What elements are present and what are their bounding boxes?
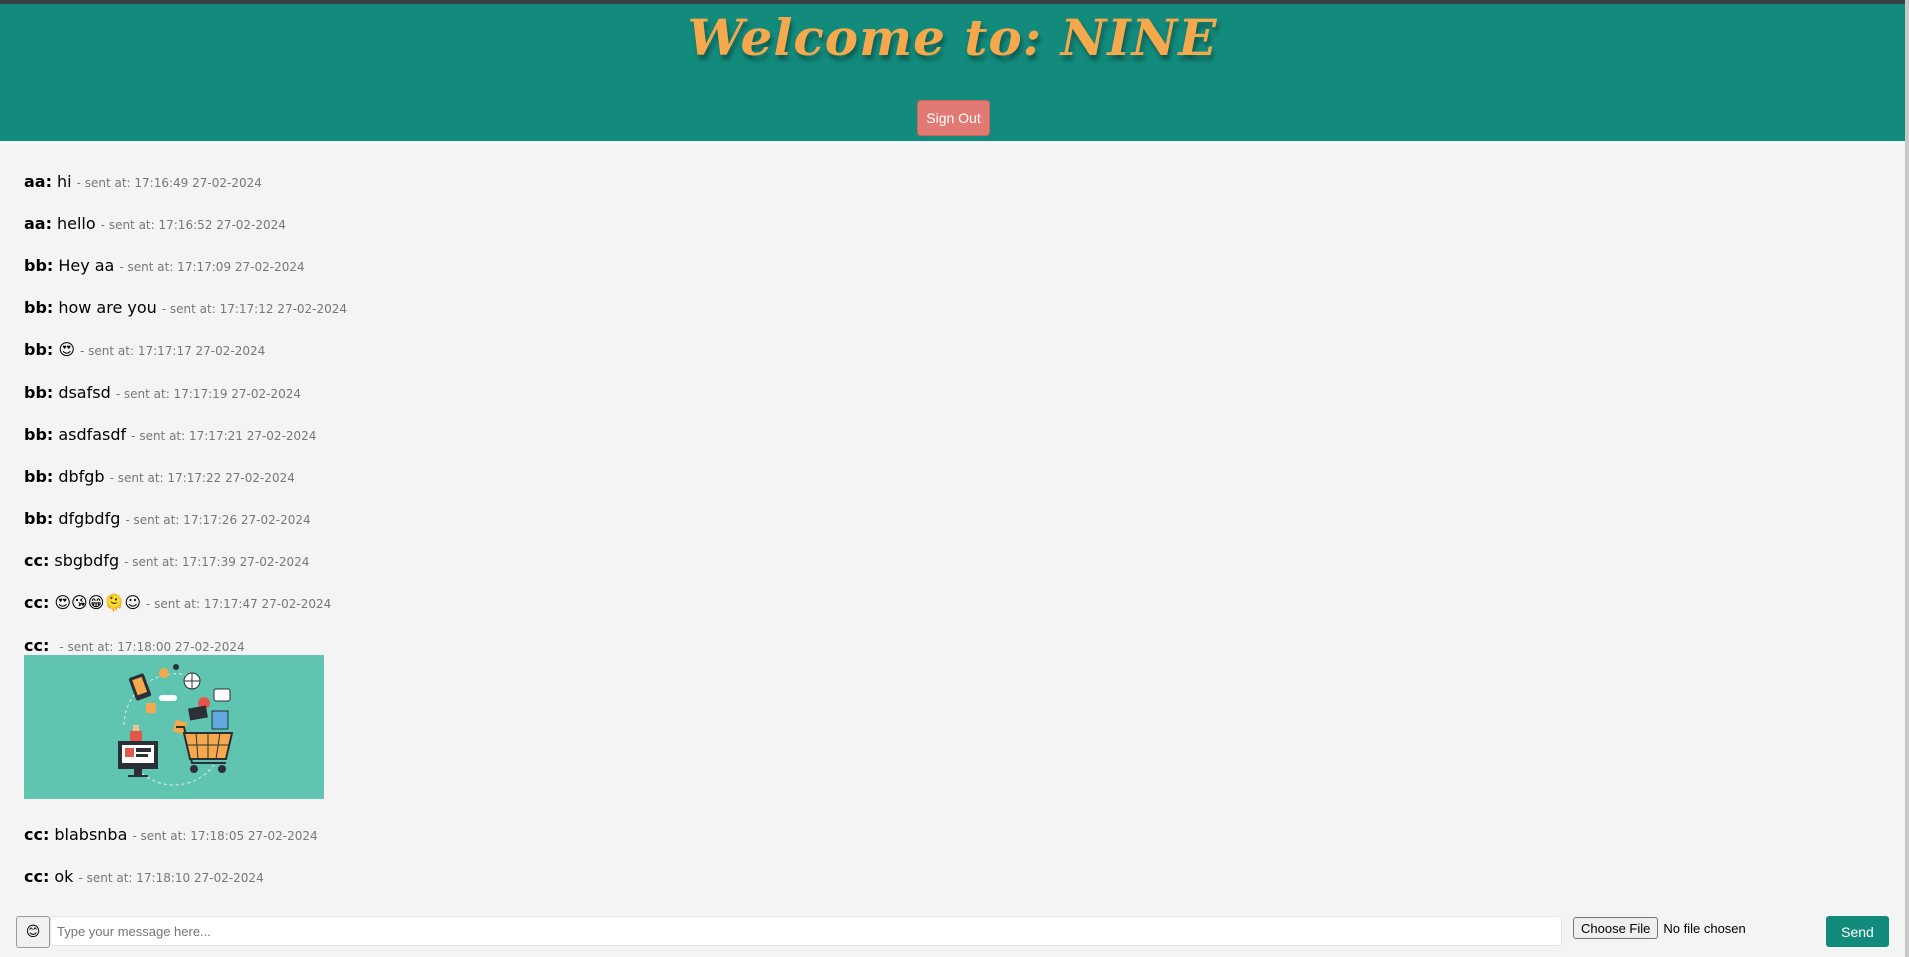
message-item: bb: asdfasdf - sent at: 17:17:21 27-02-2… (24, 425, 316, 449)
message-time: - sent at: 17:18:05 27-02-2024 (132, 829, 318, 843)
message-time: - sent at: 17:17:19 27-02-2024 (115, 387, 302, 401)
message-text: dfgbdfg (58, 509, 121, 528)
file-status-text: No file chosen (1663, 920, 1746, 936)
message-time: - sent at: 17:17:09 27-02-2024 (119, 260, 305, 274)
message-item: bb: dfgbdfg - sent at: 17:17:26 27-02-20… (24, 509, 311, 533)
message-text: hi (57, 172, 72, 191)
image-attachment[interactable] (24, 655, 324, 799)
message-time: - sent at: 17:18:10 27-02-2024 (78, 871, 264, 885)
message-time: - sent at: 17:17:12 27-02-2024 (161, 302, 348, 316)
message-text: how are you (58, 298, 157, 317)
message-user: bb: (24, 383, 54, 402)
message-item: cc: ok - sent at: 17:18:10 27-02-2024 (24, 867, 264, 891)
file-input[interactable]: Choose File No file chosen (1573, 917, 1746, 939)
message-user: bb: (24, 340, 54, 359)
message-time: - sent at: 17:17:22 27-02-2024 (109, 471, 295, 485)
message-text: 😍😘😁🫠☺ (54, 593, 142, 612)
message-time: - sent at: 17:17:47 27-02-2024 (146, 597, 332, 611)
message-text: ok (54, 867, 74, 886)
message-text: blabsnba (54, 825, 128, 844)
page-scrollbar[interactable] (1905, 0, 1909, 957)
message-item: bb: 😍 - sent at: 17:17:17 27-02-2024 (24, 340, 265, 364)
message-input[interactable] (50, 916, 1562, 946)
choose-file-button[interactable]: Choose File (1573, 917, 1659, 939)
message-user: cc: (24, 867, 50, 886)
shopping-illustration (24, 655, 324, 799)
send-button[interactable]: Send (1826, 916, 1889, 947)
app-header: Welcome to: NINE Sign Out (0, 4, 1905, 141)
page-title: Welcome to: NINE (687, 8, 1218, 67)
message-user: bb: (24, 467, 54, 486)
message-time: - sent at: 17:18:00 27-02-2024 (59, 640, 245, 654)
message-user: cc: (24, 825, 50, 844)
message-time: - sent at: 17:17:26 27-02-2024 (125, 513, 311, 527)
message-text: Hey aa (58, 256, 115, 275)
message-text: dbfgb (58, 467, 105, 486)
message-text: hello (57, 214, 96, 233)
message-time: - sent at: 17:17:21 27-02-2024 (131, 429, 317, 443)
message-user: bb: (24, 509, 54, 528)
message-item: bb: Hey aa - sent at: 17:17:09 27-02-202… (24, 256, 305, 280)
message-item: cc: blabsnba - sent at: 17:18:05 27-02-2… (24, 825, 318, 849)
scrollbar-thumb[interactable] (1905, 0, 1909, 957)
message-user: aa: (24, 214, 52, 233)
message-time: - sent at: 17:17:17 27-02-2024 (80, 344, 266, 358)
message-user: cc: (24, 636, 50, 655)
message-text: 😍 (58, 340, 75, 359)
message-item: bb: how are you - sent at: 17:17:12 27-0… (24, 298, 347, 322)
message-user: cc: (24, 551, 50, 570)
message-user: bb: (24, 298, 54, 317)
message-time: - sent at: 17:16:49 27-02-2024 (76, 176, 262, 190)
sign-out-button[interactable]: Sign Out (917, 100, 990, 136)
emoji-picker-button[interactable]: 😊 (16, 916, 50, 948)
message-time: - sent at: 17:17:39 27-02-2024 (124, 555, 310, 569)
message-user: aa: (24, 172, 52, 191)
message-text: dsafsd (58, 383, 111, 402)
message-user: bb: (24, 256, 54, 275)
message-time: - sent at: 17:16:52 27-02-2024 (100, 218, 286, 232)
message-item: bb: dbfgb - sent at: 17:17:22 27-02-2024 (24, 467, 295, 491)
message-item: aa: hello - sent at: 17:16:52 27-02-2024 (24, 214, 286, 238)
message-item: cc: sbgbdfg - sent at: 17:17:39 27-02-20… (24, 551, 309, 575)
message-text: sbgbdfg (54, 551, 120, 570)
message-user: cc: (24, 593, 50, 612)
message-composer: 😊 Choose File No file chosen Send (0, 908, 1905, 948)
message-user: bb: (24, 425, 54, 444)
message-item: cc: 😍😘😁🫠☺ - sent at: 17:17:47 27-02-2024 (24, 593, 331, 617)
message-text: asdfasdf (58, 425, 127, 444)
message-item: aa: hi - sent at: 17:16:49 27-02-2024 (24, 172, 262, 196)
message-item: bb: dsafsd - sent at: 17:17:19 27-02-202… (24, 383, 301, 407)
